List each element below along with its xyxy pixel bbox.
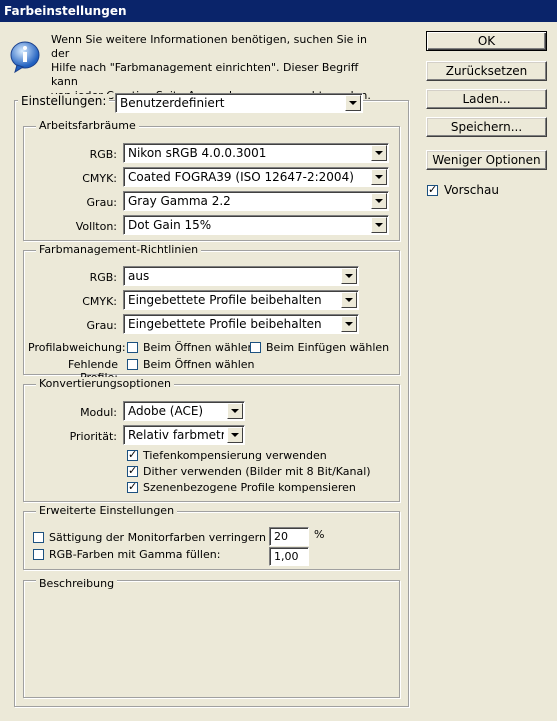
load-button[interactable]: Laden...: [426, 89, 547, 109]
dither-label: Dither verwenden (Bilder mit 8 Bit/Kanal…: [143, 465, 371, 478]
engine-label: Modul:: [80, 406, 117, 419]
engine-select[interactable]: Adobe (ACE): [123, 401, 245, 421]
save-button[interactable]: Speichern...: [426, 117, 547, 137]
dither-checkbox[interactable]: [127, 464, 138, 477]
preview-label: Vorschau: [444, 183, 499, 197]
intent-select[interactable]: Relativ farbmetr...: [123, 425, 245, 445]
ws-spot-label: Vollton:: [75, 220, 117, 233]
advanced-legend: Erweiterte Einstellungen: [36, 504, 178, 517]
chevron-down-icon: [341, 292, 357, 308]
desaturate-unit: %: [314, 528, 325, 541]
chevron-down-icon: [371, 145, 387, 161]
ws-gray-select[interactable]: Gray Gamma 2.2: [123, 191, 389, 211]
preview-checkbox[interactable]: [427, 183, 438, 196]
missing-open-checkbox[interactable]: [127, 359, 138, 370]
bpc-checkbox[interactable]: [127, 448, 138, 461]
pol-rgb-label: RGB:: [89, 271, 117, 284]
chevron-down-icon: [227, 427, 243, 443]
ws-cmyk-select[interactable]: Coated FOGRA39 (ISO 12647-2:2004): [123, 167, 389, 187]
reset-button[interactable]: Zurücksetzen: [426, 61, 547, 81]
mismatch-label: Profilabweichung:: [28, 341, 126, 354]
desaturate-checkbox[interactable]: [33, 532, 44, 543]
blend-gamma-input[interactable]: 1,00: [269, 547, 309, 566]
pol-cmyk-label: CMYK:: [82, 295, 117, 308]
chevron-down-icon: [345, 95, 361, 111]
missing-open-label: Beim Öffnen wählen: [143, 358, 255, 371]
settings-label: Einstellungen:: [18, 94, 110, 108]
ws-rgb-select[interactable]: Nikon sRGB 4.0.0.3001: [123, 143, 389, 163]
intent-label: Priorität:: [69, 430, 117, 443]
chevron-down-icon: [371, 169, 387, 185]
blend-gamma-checkbox[interactable]: [33, 549, 44, 560]
pol-cmyk-select[interactable]: Eingebettete Profile beibehalten: [123, 290, 359, 310]
pol-rgb-select[interactable]: aus: [123, 266, 359, 286]
mismatch-paste-checkbox[interactable]: [250, 342, 261, 353]
scene-checkbox[interactable]: [127, 480, 138, 493]
mismatch-paste-label: Beim Einfügen wählen: [266, 341, 390, 354]
info-icon: [9, 40, 43, 74]
bpc-label: Tiefenkompensierung verwenden: [143, 449, 327, 462]
conversion-legend: Konvertierungsoptionen: [36, 377, 175, 390]
desaturate-label: Sättigung der Monitorfarben verringern u…: [49, 531, 291, 544]
description-group: [23, 580, 400, 698]
description-legend: Beschreibung: [36, 577, 118, 590]
ws-cmyk-label: CMYK:: [82, 172, 117, 185]
chevron-down-icon: [341, 316, 357, 332]
chevron-down-icon: [227, 403, 243, 419]
window-title: Farbeinstellungen: [0, 0, 557, 22]
ok-button[interactable]: OK: [426, 31, 547, 51]
desaturate-input[interactable]: 20: [269, 527, 309, 546]
fewer-options-button[interactable]: Weniger Optionen: [426, 150, 547, 170]
mismatch-open-checkbox[interactable]: [127, 342, 138, 353]
chevron-down-icon: [371, 193, 387, 209]
workspaces-legend: Arbeitsfarbräume: [36, 119, 139, 132]
settings-select[interactable]: Benutzerdefiniert: [115, 93, 363, 113]
ws-gray-label: Grau:: [86, 196, 117, 209]
pol-gray-select[interactable]: Eingebettete Profile beibehalten: [123, 314, 359, 334]
policies-legend: Farbmanagement-Richtlinien: [36, 243, 202, 256]
ws-rgb-label: RGB:: [89, 148, 117, 161]
blend-gamma-label: RGB-Farben mit Gamma füllen:: [49, 548, 221, 561]
ws-spot-select[interactable]: Dot Gain 15%: [123, 215, 389, 235]
pol-gray-label: Grau:: [86, 319, 117, 332]
chevron-down-icon: [371, 217, 387, 233]
chevron-down-icon: [341, 268, 357, 284]
scene-label: Szenenbezogene Profile kompensieren: [143, 481, 356, 494]
mismatch-open-label: Beim Öffnen wählen: [143, 341, 255, 354]
